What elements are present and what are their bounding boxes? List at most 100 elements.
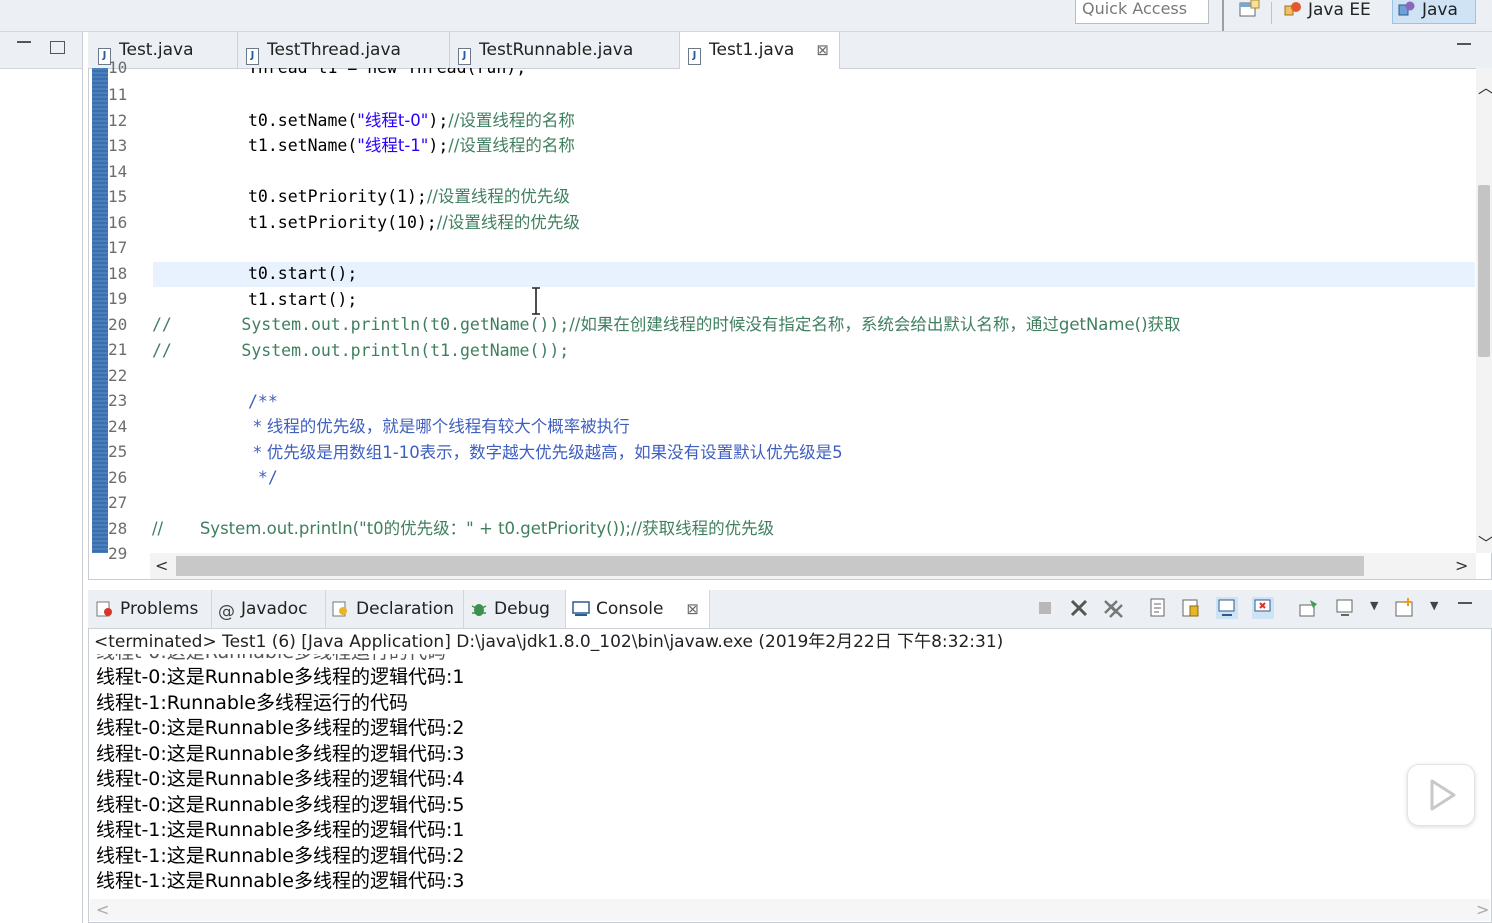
show-on-stdout-icon[interactable] [1216, 597, 1238, 619]
line-number-gutter: 10 11 12 13 14 15 16 17 18 19 20 21 22 2… [108, 58, 150, 563]
console-output[interactable]: 线程t-0:这是Runnable多线程运行的代码 线程t-0:这是Runnabl… [96, 654, 1466, 899]
java-file-icon: J [688, 48, 701, 65]
declaration-icon [332, 593, 350, 617]
perspective-java[interactable]: Java [1392, 0, 1476, 24]
show-on-stderr-icon[interactable] [1252, 597, 1274, 619]
overview-ruler [92, 68, 108, 553]
code-line: * 线程的优先级，就是哪个线程有较大个概率被执行 [248, 417, 630, 436]
open-perspective-icon[interactable] [1238, 0, 1260, 20]
console-line: 线程t-1:这是Runnable多线程的逻辑代码:2 [96, 845, 465, 867]
console-line: 线程t-0:这是Runnable多线程的逻辑代码:4 [96, 768, 465, 790]
line-number: 18 [108, 264, 128, 283]
terminate-icon[interactable] [1034, 597, 1056, 619]
java-ee-icon [1284, 1, 1302, 17]
code-text-area[interactable]: Thread t1 = new Thread(run); t0.setName(… [150, 68, 1476, 553]
console-horizontal-scrollbar[interactable] [90, 899, 1490, 921]
scroll-left-icon[interactable]: < [155, 556, 168, 575]
tab-test1-java[interactable]: J Test1.java ⊠ [680, 32, 840, 69]
console-toolbar: ▼ ▼ [1030, 594, 1490, 624]
display-console-icon[interactable] [1334, 597, 1356, 619]
tab-label: TestRunnable.java [479, 40, 634, 60]
console-line: 线程t-0:这是Runnable多线程的逻辑代码:1 [96, 666, 465, 688]
scroll-right-icon[interactable]: > [1476, 900, 1489, 919]
tab-testthread-java[interactable]: J TestThread.java [238, 32, 450, 68]
close-tab-icon[interactable]: ⊠ [816, 32, 829, 68]
minimize-icon[interactable] [1457, 43, 1471, 48]
code-line: t0.start(); [248, 264, 358, 283]
problems-icon [96, 593, 114, 617]
console-line: 线程t-0:这是Runnable多线程的逻辑代码:2 [96, 717, 465, 739]
horizontal-scroll-thumb[interactable] [176, 556, 1364, 576]
line-number: 25 [108, 442, 128, 461]
console-status-line: <terminated> Test1 (6) [Java Application… [94, 632, 1004, 652]
tab-label: Test1.java [709, 40, 795, 60]
text-cursor-icon [532, 287, 540, 315]
close-tab-icon[interactable]: ⊠ [686, 590, 699, 628]
code-line: t1.setPriority(10);//设置线程的优先级 [248, 213, 580, 232]
toolbar-divider [1222, 0, 1224, 31]
line-number: 12 [108, 111, 128, 130]
code-line: t0.setPriority(1);//设置线程的优先级 [248, 187, 570, 206]
code-line: t1.setName("线程t-1");//设置线程的名称 [248, 136, 575, 155]
tab-testrunnable-java[interactable]: J TestRunnable.java [450, 32, 680, 68]
minimize-icon[interactable] [17, 41, 31, 44]
scroll-up-icon[interactable]: ︿ [1478, 74, 1492, 98]
code-line: t0.setName("线程t-0");//设置线程的名称 [248, 111, 575, 130]
line-number: 23 [108, 391, 128, 410]
minimize-icon[interactable] [1458, 602, 1472, 607]
tab-label: Problems [120, 599, 199, 619]
tab-problems[interactable]: Problems [90, 590, 212, 628]
tab-javadoc[interactable]: @ Javadoc [212, 590, 326, 628]
java-file-icon: J [246, 48, 259, 65]
code-line: // System.out.println("t0的优先级：" + t0.get… [152, 519, 775, 538]
tab-debug[interactable]: Debug [464, 590, 566, 628]
console-line: 线程t-1:这是Runnable多线程的逻辑代码:1 [96, 819, 465, 841]
maximize-icon[interactable] [50, 41, 65, 54]
scroll-lock-icon[interactable] [1180, 597, 1202, 619]
tab-declaration[interactable]: Declaration [326, 590, 464, 628]
line-number: 14 [108, 162, 128, 181]
line-number: 16 [108, 213, 128, 232]
remove-launch-icon[interactable] [1068, 597, 1090, 619]
quick-access-input[interactable]: Quick Access [1075, 0, 1209, 24]
remove-all-icon[interactable] [1102, 597, 1124, 619]
java-file-icon: J [458, 48, 471, 65]
toolbar-divider [1271, 2, 1272, 24]
video-play-button[interactable] [1407, 764, 1475, 826]
code-line: Thread t1 = new Thread(run); [248, 68, 526, 80]
code-line: // System.out.println(t0.getName());//如果… [152, 315, 1181, 334]
console-line: 线程t-0:这是Runnable多线程的逻辑代码:3 [96, 743, 465, 765]
vertical-scroll-thumb[interactable] [1478, 185, 1490, 357]
scroll-left-icon[interactable]: < [96, 900, 109, 919]
tab-label: Declaration [356, 599, 455, 619]
clear-console-icon[interactable] [1148, 597, 1170, 619]
line-number: 20 [108, 315, 128, 334]
console-line: 线程t-0:这是Runnable多线程的逻辑代码:5 [96, 794, 465, 816]
console-line: 线程t-1:Runnable多线程运行的代码 [96, 692, 408, 714]
chevron-down-icon[interactable]: ▼ [1430, 599, 1452, 621]
line-number: 24 [108, 417, 128, 436]
line-number: 28 [108, 519, 128, 538]
scroll-right-icon[interactable]: > [1455, 556, 1468, 575]
tab-label: TestThread.java [267, 40, 401, 60]
line-number: 17 [108, 238, 128, 257]
line-number: 21 [108, 340, 128, 359]
tab-console[interactable]: Console ⊠ [566, 590, 710, 628]
tab-label: Console [596, 599, 664, 619]
code-line: t1.start(); [248, 290, 358, 309]
tab-label: Test.java [119, 40, 194, 60]
line-number: 27 [108, 493, 128, 512]
pin-console-icon[interactable] [1298, 597, 1320, 619]
line-number: 10 [108, 58, 128, 77]
code-line: * 优先级是用数组1-10表示，数字越大优先级越高，如果没有设置默认优先级是5 [248, 443, 843, 462]
code-line: /** [248, 392, 278, 411]
at-icon: @ [218, 602, 235, 622]
perspective-java-ee[interactable]: Java EE [1284, 0, 1371, 22]
package-explorer-header [0, 32, 82, 69]
java-perspective-icon [1398, 1, 1416, 17]
open-console-icon[interactable] [1394, 597, 1416, 619]
line-number: 22 [108, 366, 128, 385]
tab-label: Debug [494, 599, 550, 619]
scroll-down-icon[interactable]: ﹀ [1478, 530, 1492, 554]
chevron-down-icon[interactable]: ▼ [1370, 599, 1392, 621]
